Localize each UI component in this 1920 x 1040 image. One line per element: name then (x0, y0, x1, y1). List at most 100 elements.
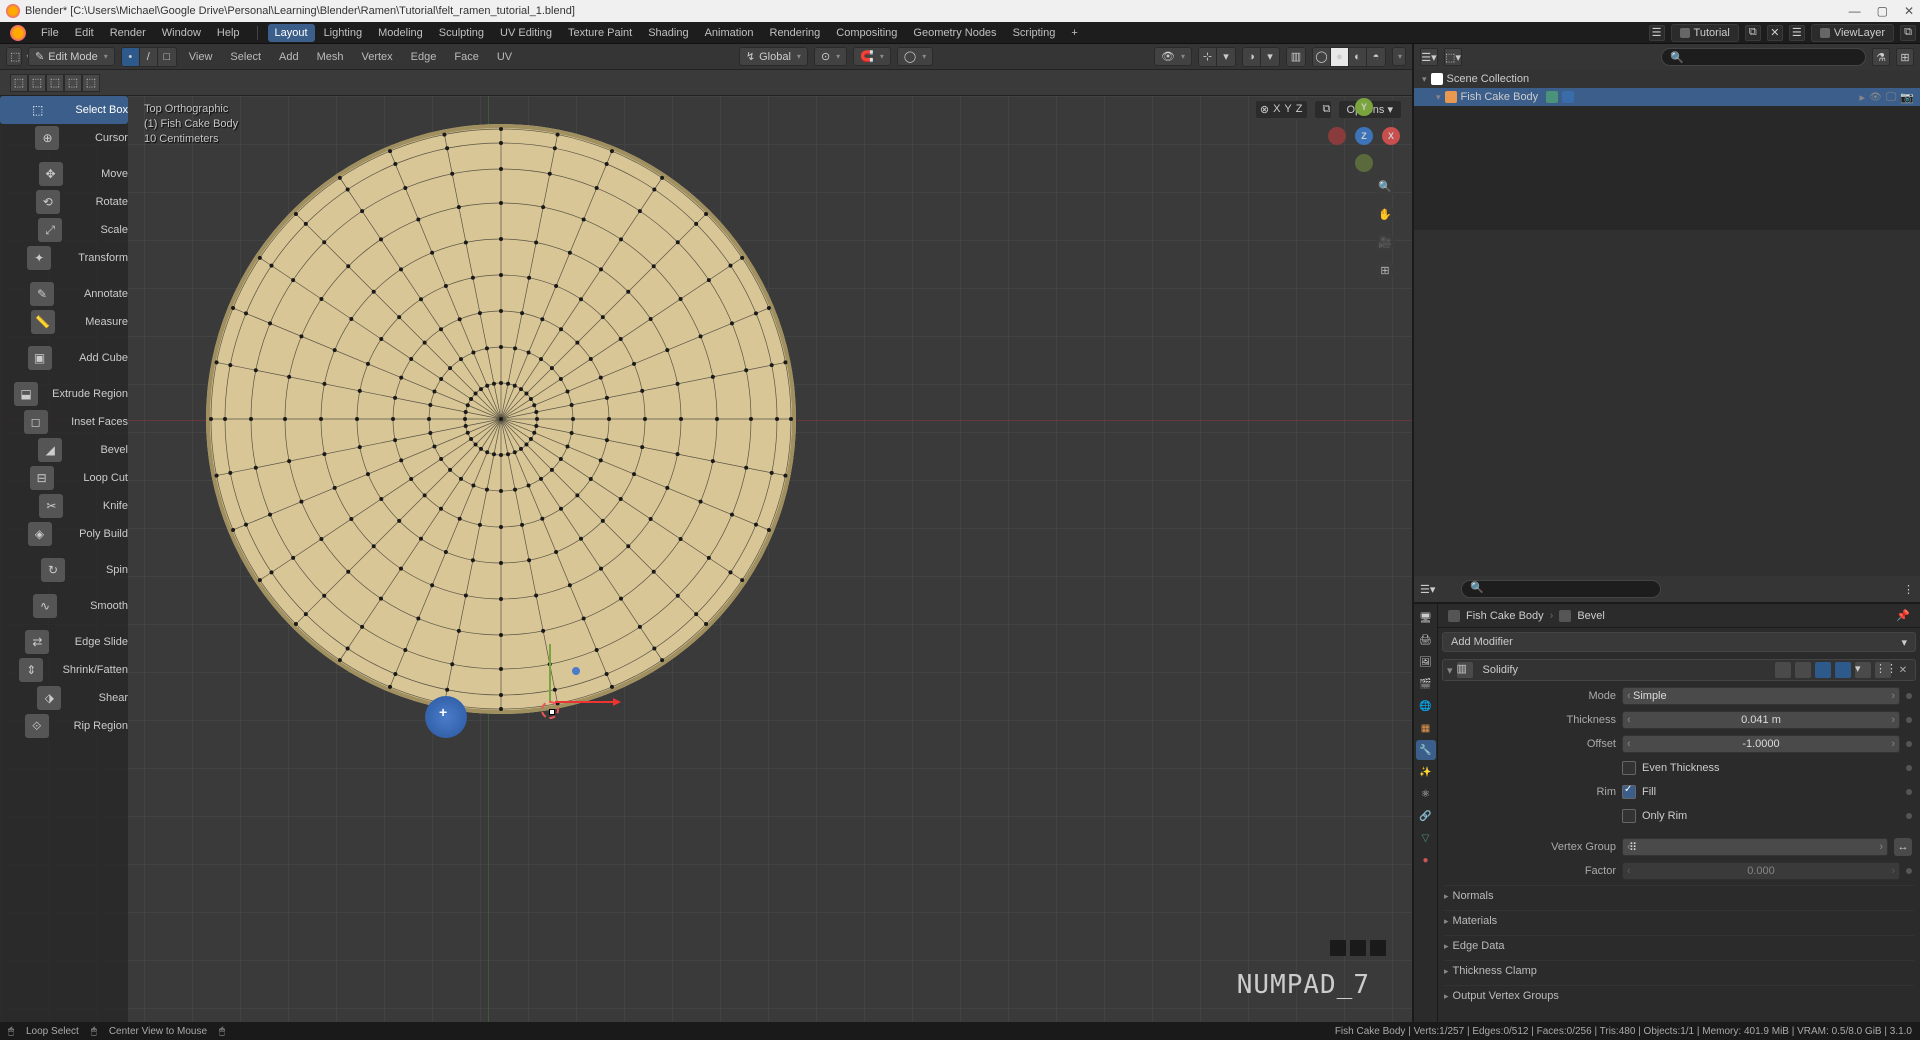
disable-viewport-icon[interactable]: 🖵 (1886, 91, 1897, 104)
xray-toggle[interactable]: ▥ (1286, 47, 1306, 67)
outliner-display-icon[interactable]: ⬚▾ (1444, 48, 1462, 66)
add-modifier-dropdown[interactable]: Add Modifier▾ (1442, 632, 1916, 652)
camera-icon[interactable]: 🎥 (1375, 232, 1395, 252)
gizmo-axis-yneg[interactable] (1355, 154, 1373, 172)
gizmo-x-arrow[interactable] (555, 701, 615, 703)
only-rim-checkbox[interactable] (1622, 809, 1636, 823)
gizmo-y-arrow[interactable] (549, 644, 551, 702)
menu-file[interactable]: File (34, 24, 66, 42)
propedit-dropdown[interactable]: ◯ (897, 47, 933, 66)
prop-tab-world[interactable]: 🌐 (1416, 696, 1436, 716)
workspace-layout[interactable]: Layout (268, 24, 315, 42)
gizmo-axis-x[interactable]: X (1382, 127, 1400, 145)
viewport-3d[interactable]: Top Orthographic (1) Fish Cake Body 10 C… (0, 96, 1412, 1022)
outliner-search-input[interactable]: 🔍 (1661, 48, 1866, 66)
scene-browse-icon[interactable]: ☰ (1649, 25, 1665, 41)
prop-tab-particles[interactable]: ✨ (1416, 762, 1436, 782)
menu-render[interactable]: Render (103, 24, 153, 42)
anim-dot-icon[interactable] (1906, 693, 1912, 699)
vp-menu-uv[interactable]: UV (491, 49, 518, 65)
outliner[interactable]: Scene Collection Fish Cake Body ▸ 🖵 📷 (1414, 70, 1920, 230)
viewlayer-selector[interactable]: ViewLayer (1811, 24, 1894, 42)
visibility-dropdown[interactable]: 👁 (1154, 47, 1192, 66)
scene-new-icon[interactable]: ⧉ (1745, 25, 1761, 41)
mod-on-cage-icon[interactable] (1775, 662, 1791, 678)
prop-tab-constraints[interactable]: 🔗 (1416, 806, 1436, 826)
workspace-add[interactable]: + (1064, 24, 1084, 42)
disable-render-icon[interactable]: 📷 (1900, 91, 1914, 104)
properties-type-icon[interactable]: ☰▾ (1420, 583, 1435, 596)
vp-menu-mesh[interactable]: Mesh (311, 49, 350, 65)
tool-knife[interactable]: ✂Knife (0, 492, 128, 520)
select-filter-segmented[interactable]: ⬚⬚⬚⬚⬚ (10, 74, 100, 92)
tool-spin[interactable]: ↻Spin (0, 556, 128, 584)
snap-dropdown[interactable]: 🧲 (853, 47, 891, 66)
menu-window[interactable]: Window (155, 24, 208, 42)
pivot-dropdown[interactable]: ⊙ (814, 47, 847, 66)
tool-cursor[interactable]: ⊕Cursor (0, 124, 128, 152)
workspace-texturepaint[interactable]: Texture Paint (561, 24, 639, 42)
vp-menu-face[interactable]: Face (448, 49, 484, 65)
prop-tab-scene[interactable]: 🎬 (1416, 674, 1436, 694)
tool-smooth[interactable]: ∿Smooth (0, 592, 128, 620)
anim-dot-icon[interactable] (1906, 813, 1912, 819)
select-mode-segmented[interactable]: •/□ (121, 47, 177, 67)
prop-tab-render[interactable]: 🖥 (1416, 608, 1436, 628)
gizmo-axis-y[interactable]: Y (1355, 98, 1373, 116)
mode-dropdown[interactable]: Simple (1622, 687, 1900, 705)
tool-rotate[interactable]: ⟲Rotate (0, 188, 128, 216)
mod-drag-icon[interactable]: ⋮⋮ (1875, 662, 1891, 678)
gizmo-z-dot[interactable] (572, 667, 580, 675)
workspace-geometrynodes[interactable]: Geometry Nodes (906, 24, 1003, 42)
prop-tab-viewlayer[interactable]: 🖼 (1416, 652, 1436, 672)
gizmo-toggle[interactable]: ⊹▾ (1198, 47, 1236, 67)
subpanel-thicknessclamp[interactable]: Thickness Clamp (1444, 961, 1914, 981)
hide-viewport-icon[interactable] (1869, 91, 1882, 104)
prop-tab-modifiers[interactable]: 🔧 (1416, 740, 1436, 760)
vertex-group-invert-icon[interactable]: ↔ (1894, 838, 1912, 856)
tool-annotate[interactable]: ✎Annotate (0, 280, 128, 308)
outliner-filter-icon[interactable]: ⚗ (1872, 48, 1890, 66)
vertex-group-field[interactable]: ⠿ (1622, 838, 1888, 856)
gizmo-axis-xneg[interactable] (1328, 127, 1346, 145)
shading-mode-segmented[interactable]: ◯●◐◓ (1312, 47, 1386, 67)
workspace-rendering[interactable]: Rendering (763, 24, 828, 42)
overlay-toggle[interactable]: ◑▾ (1242, 47, 1280, 67)
prop-tab-data[interactable]: ▽ (1416, 828, 1436, 848)
mod-edit-mode-icon[interactable] (1795, 662, 1811, 678)
tool-inset-faces[interactable]: ◻Inset Faces (0, 408, 128, 436)
tool-rip-region[interactable]: ⟐Rip Region (0, 712, 128, 740)
mod-realtime-icon[interactable] (1815, 662, 1831, 678)
tool-shrink-fatten[interactable]: ⇕Shrink/Fatten (0, 656, 128, 684)
vp-menu-view[interactable]: View (183, 49, 219, 65)
workspace-modeling[interactable]: Modeling (371, 24, 430, 42)
vp-menu-vertex[interactable]: Vertex (355, 49, 398, 65)
shading-dropdown[interactable] (1392, 47, 1406, 66)
window-maximize-button[interactable]: ▢ (1877, 4, 1888, 18)
tool-scale[interactable]: ⤢Scale (0, 216, 128, 244)
anim-dot-icon[interactable] (1906, 789, 1912, 795)
subpanel-outputvg[interactable]: Output Vertex Groups (1444, 986, 1914, 1006)
restrict-select-icon[interactable]: ▸ (1859, 91, 1865, 104)
anim-dot-icon[interactable] (1906, 868, 1912, 874)
orientation-dropdown[interactable]: ↯ Global (739, 47, 808, 66)
fill-checkbox[interactable] (1622, 785, 1636, 799)
even-thickness-checkbox[interactable] (1622, 761, 1636, 775)
nav-gizmo[interactable]: Y Z X 🔍 ✋ 🎥 ⊞ (1332, 104, 1396, 168)
outliner-type-icon[interactable]: ☰▾ (1420, 48, 1438, 66)
axis-lock-pill[interactable]: ⊗XYZ (1255, 100, 1308, 119)
window-close-button[interactable]: ✕ (1904, 4, 1914, 18)
tool-bevel[interactable]: ◢Bevel (0, 436, 128, 464)
mod-delete-icon[interactable]: ✕ (1895, 662, 1911, 678)
vp-menu-select[interactable]: Select (224, 49, 267, 65)
outliner-scene-collection[interactable]: Scene Collection (1414, 70, 1920, 88)
offset-field[interactable]: -1.0000 (1622, 735, 1900, 753)
tool-extrude-region[interactable]: ⬓Extrude Region (0, 380, 128, 408)
workspace-shading[interactable]: Shading (641, 24, 695, 42)
mirror-icon[interactable]: ⧉ (1314, 100, 1332, 119)
viewlayer-browse-icon[interactable]: ☰ (1789, 25, 1805, 41)
workspace-scripting[interactable]: Scripting (1006, 24, 1063, 42)
mod-render-icon[interactable] (1835, 662, 1851, 678)
anim-dot-icon[interactable] (1906, 765, 1912, 771)
menu-help[interactable]: Help (210, 24, 247, 42)
